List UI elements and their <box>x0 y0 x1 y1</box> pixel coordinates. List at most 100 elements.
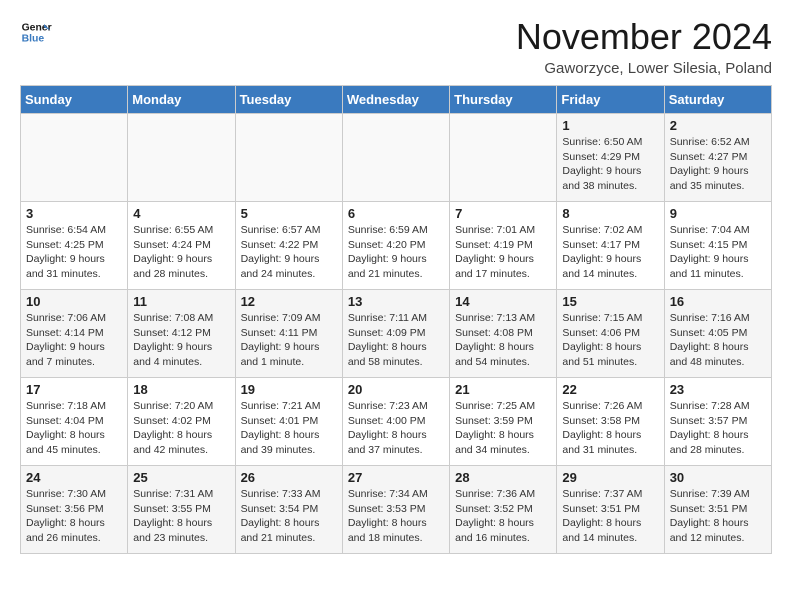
day-info: Sunrise: 7:31 AM Sunset: 3:55 PM Dayligh… <box>133 487 229 546</box>
weekday-header-tuesday: Tuesday <box>235 86 342 114</box>
day-info: Sunrise: 7:20 AM Sunset: 4:02 PM Dayligh… <box>133 399 229 458</box>
calendar-cell: 2Sunrise: 6:52 AM Sunset: 4:27 PM Daylig… <box>664 114 771 202</box>
day-number: 17 <box>26 382 122 397</box>
day-number: 16 <box>670 294 766 309</box>
day-number: 7 <box>455 206 551 221</box>
day-info: Sunrise: 7:16 AM Sunset: 4:05 PM Dayligh… <box>670 311 766 370</box>
weekday-header-monday: Monday <box>128 86 235 114</box>
calendar-cell: 16 Sunrise: 7:16 AM Sunset: 4:05 PM Dayli… <box>664 290 771 378</box>
svg-text:Blue: Blue <box>22 34 45 45</box>
day-info: Sunrise: 7:13 AM Sunset: 4:08 PM Dayligh… <box>455 311 551 370</box>
calendar-cell: 12 Sunrise: 7:09 AM Sunset: 4:11 PM Dayli… <box>235 290 342 378</box>
weekday-header-friday: Friday <box>557 86 664 114</box>
calendar: SundayMondayTuesdayWednesdayThursdayFrid… <box>20 85 772 554</box>
weekday-header-wednesday: Wednesday <box>342 86 449 114</box>
weekday-header-saturday: Saturday <box>664 86 771 114</box>
day-number: 10 <box>26 294 122 309</box>
day-number: 4 <box>133 206 229 221</box>
calendar-header: SundayMondayTuesdayWednesdayThursdayFrid… <box>21 86 772 114</box>
day-number: 1 <box>562 118 658 133</box>
day-info: Sunrise: 6:59 AM Sunset: 4:20 PM Dayligh… <box>348 223 444 282</box>
calendar-cell: 27 Sunrise: 7:34 AM Sunset: 3:53 PM Dayli… <box>342 466 449 554</box>
calendar-cell <box>235 114 342 202</box>
calendar-cell: 14 Sunrise: 7:13 AM Sunset: 4:08 PM Dayli… <box>450 290 557 378</box>
calendar-cell: 25 Sunrise: 7:31 AM Sunset: 3:55 PM Dayli… <box>128 466 235 554</box>
day-info: Sunrise: 7:33 AM Sunset: 3:54 PM Dayligh… <box>241 487 337 546</box>
day-info: Sunrise: 6:55 AM Sunset: 4:24 PM Dayligh… <box>133 223 229 282</box>
location-title: Gaworzyce, Lower Silesia, Poland <box>516 60 772 77</box>
calendar-body: 1 Sunrise: 6:50 AM Sunset: 4:29 PM Daylig… <box>21 114 772 554</box>
day-number: 13 <box>348 294 444 309</box>
calendar-cell: 20Sunrise: 7:23 AM Sunset: 4:00 PM Dayli… <box>342 378 449 466</box>
day-number: 8 <box>562 206 658 221</box>
calendar-cell: 8Sunrise: 7:02 AM Sunset: 4:17 PM Daylig… <box>557 202 664 290</box>
day-number: 19 <box>241 382 337 397</box>
day-number: 30 <box>670 470 766 485</box>
calendar-week-4: 17Sunrise: 7:18 AM Sunset: 4:04 PM Dayli… <box>21 378 772 466</box>
day-info: Sunrise: 7:28 AM Sunset: 3:57 PM Dayligh… <box>670 399 766 458</box>
day-info: Sunrise: 7:39 AM Sunset: 3:51 PM Dayligh… <box>670 487 766 546</box>
calendar-cell: 4 Sunrise: 6:55 AM Sunset: 4:24 PM Daylig… <box>128 202 235 290</box>
day-info: Sunrise: 7:11 AM Sunset: 4:09 PM Dayligh… <box>348 311 444 370</box>
day-number: 29 <box>562 470 658 485</box>
weekday-header-sunday: Sunday <box>21 86 128 114</box>
day-number: 18 <box>133 382 229 397</box>
day-info: Sunrise: 7:08 AM Sunset: 4:12 PM Dayligh… <box>133 311 229 370</box>
calendar-week-3: 10 Sunrise: 7:06 AM Sunset: 4:14 PM Dayli… <box>21 290 772 378</box>
calendar-week-5: 24Sunrise: 7:30 AM Sunset: 3:56 PM Dayli… <box>21 466 772 554</box>
calendar-cell: 22Sunrise: 7:26 AM Sunset: 3:58 PM Dayli… <box>557 378 664 466</box>
calendar-cell: 28Sunrise: 7:36 AM Sunset: 3:52 PM Dayli… <box>450 466 557 554</box>
day-number: 26 <box>241 470 337 485</box>
month-title: November 2024 <box>516 16 772 58</box>
day-number: 11 <box>133 294 229 309</box>
day-number: 2 <box>670 118 766 133</box>
calendar-week-1: 1 Sunrise: 6:50 AM Sunset: 4:29 PM Daylig… <box>21 114 772 202</box>
calendar-cell: 29 Sunrise: 7:37 AM Sunset: 3:51 PM Dayli… <box>557 466 664 554</box>
calendar-cell: 21 Sunrise: 7:25 AM Sunset: 3:59 PM Dayli… <box>450 378 557 466</box>
day-info: Sunrise: 6:54 AM Sunset: 4:25 PM Dayligh… <box>26 223 122 282</box>
calendar-cell: 18 Sunrise: 7:20 AM Sunset: 4:02 PM Dayli… <box>128 378 235 466</box>
day-number: 22 <box>562 382 658 397</box>
day-number: 25 <box>133 470 229 485</box>
calendar-cell: 19 Sunrise: 7:21 AM Sunset: 4:01 PM Dayli… <box>235 378 342 466</box>
calendar-cell: 7Sunrise: 7:01 AM Sunset: 4:19 PM Daylig… <box>450 202 557 290</box>
calendar-week-2: 3 Sunrise: 6:54 AM Sunset: 4:25 PM Daylig… <box>21 202 772 290</box>
day-number: 21 <box>455 382 551 397</box>
weekday-header-thursday: Thursday <box>450 86 557 114</box>
calendar-cell: 17Sunrise: 7:18 AM Sunset: 4:04 PM Dayli… <box>21 378 128 466</box>
calendar-cell: 13 Sunrise: 7:11 AM Sunset: 4:09 PM Dayli… <box>342 290 449 378</box>
calendar-cell: 3 Sunrise: 6:54 AM Sunset: 4:25 PM Daylig… <box>21 202 128 290</box>
calendar-cell: 24Sunrise: 7:30 AM Sunset: 3:56 PM Dayli… <box>21 466 128 554</box>
day-number: 12 <box>241 294 337 309</box>
day-info: Sunrise: 7:04 AM Sunset: 4:15 PM Dayligh… <box>670 223 766 282</box>
day-number: 9 <box>670 206 766 221</box>
calendar-cell: 10 Sunrise: 7:06 AM Sunset: 4:14 PM Dayli… <box>21 290 128 378</box>
day-number: 27 <box>348 470 444 485</box>
weekday-header-row: SundayMondayTuesdayWednesdayThursdayFrid… <box>21 86 772 114</box>
calendar-cell <box>21 114 128 202</box>
day-info: Sunrise: 7:25 AM Sunset: 3:59 PM Dayligh… <box>455 399 551 458</box>
day-info: Sunrise: 7:36 AM Sunset: 3:52 PM Dayligh… <box>455 487 551 546</box>
day-number: 3 <box>26 206 122 221</box>
day-number: 20 <box>348 382 444 397</box>
day-info: Sunrise: 6:50 AM Sunset: 4:29 PM Dayligh… <box>562 135 658 194</box>
calendar-cell: 30 Sunrise: 7:39 AM Sunset: 3:51 PM Dayli… <box>664 466 771 554</box>
title-area: November 2024 Gaworzyce, Lower Silesia, … <box>516 16 772 77</box>
day-info: Sunrise: 7:09 AM Sunset: 4:11 PM Dayligh… <box>241 311 337 370</box>
calendar-cell: 5Sunrise: 6:57 AM Sunset: 4:22 PM Daylig… <box>235 202 342 290</box>
day-info: Sunrise: 7:15 AM Sunset: 4:06 PM Dayligh… <box>562 311 658 370</box>
calendar-cell: 11 Sunrise: 7:08 AM Sunset: 4:12 PM Dayli… <box>128 290 235 378</box>
day-info: Sunrise: 7:06 AM Sunset: 4:14 PM Dayligh… <box>26 311 122 370</box>
day-number: 24 <box>26 470 122 485</box>
day-info: Sunrise: 7:21 AM Sunset: 4:01 PM Dayligh… <box>241 399 337 458</box>
header: General Blue November 2024 Gaworzyce, Lo… <box>20 16 772 77</box>
calendar-cell <box>450 114 557 202</box>
day-info: Sunrise: 6:57 AM Sunset: 4:22 PM Dayligh… <box>241 223 337 282</box>
day-number: 14 <box>455 294 551 309</box>
day-info: Sunrise: 7:34 AM Sunset: 3:53 PM Dayligh… <box>348 487 444 546</box>
calendar-cell <box>342 114 449 202</box>
calendar-cell: 6Sunrise: 6:59 AM Sunset: 4:20 PM Daylig… <box>342 202 449 290</box>
calendar-cell <box>128 114 235 202</box>
day-info: Sunrise: 7:37 AM Sunset: 3:51 PM Dayligh… <box>562 487 658 546</box>
logo: General Blue <box>20 16 52 48</box>
